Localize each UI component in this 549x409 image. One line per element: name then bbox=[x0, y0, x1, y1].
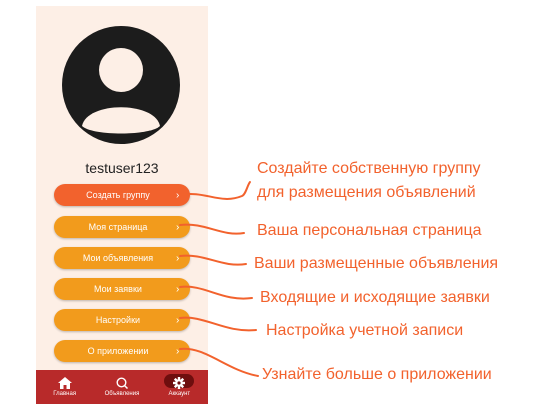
tab-home-label: Главная bbox=[53, 391, 77, 397]
tab-home[interactable]: Главная bbox=[36, 370, 93, 404]
annotation-my-ads: Ваши размещенные объявления bbox=[254, 255, 499, 272]
chevron-right-icon: › bbox=[176, 345, 180, 357]
my-ads-label: Мои объявления bbox=[82, 253, 154, 263]
settings-label: Настройки bbox=[95, 315, 141, 325]
my-page-label: Моя страница bbox=[88, 222, 148, 232]
chevron-right-icon: › bbox=[176, 189, 180, 201]
chevron-right-icon: › bbox=[176, 314, 180, 326]
username: testuser123 bbox=[85, 160, 159, 176]
my-requests-button[interactable]: Мои заявки › bbox=[54, 278, 190, 300]
annotation-create-group-line1: Создайте собственную группу bbox=[257, 160, 481, 177]
annotation-create-group-line2: для размещения объявлений bbox=[257, 184, 476, 201]
tab-ads-label: Объявления bbox=[104, 391, 140, 397]
bottom-tabbar: Главная Объявления Аккаунт bbox=[36, 370, 208, 404]
chevron-right-icon: › bbox=[176, 283, 180, 295]
home-icon bbox=[57, 377, 72, 389]
annotation-settings: Настройка учетной записи bbox=[266, 322, 464, 339]
annotation-my-requests: Входящие и исходящие заявки bbox=[260, 289, 490, 306]
my-ads-button[interactable]: Мои объявления › bbox=[54, 247, 190, 269]
annotation-my-page: Ваша персональная страница bbox=[257, 222, 482, 239]
about-label: О приложении bbox=[87, 346, 149, 356]
my-requests-label: Мои заявки bbox=[94, 284, 142, 294]
app-screen: testuser123 Создать группу › Моя страниц… bbox=[36, 6, 208, 404]
chevron-right-icon: › bbox=[176, 221, 180, 233]
tab-account[interactable]: Аккаунт bbox=[151, 370, 208, 404]
about-button[interactable]: О приложении › bbox=[54, 340, 190, 362]
gear-icon bbox=[173, 377, 186, 389]
chevron-right-icon: › bbox=[176, 252, 180, 264]
search-icon bbox=[116, 377, 129, 389]
tab-account-label: Аккаунт bbox=[168, 391, 191, 397]
create-group-button[interactable]: Создать группу › bbox=[54, 184, 190, 206]
tab-ads[interactable]: Объявления bbox=[93, 370, 150, 404]
avatar-icon bbox=[62, 26, 180, 144]
my-page-button[interactable]: Моя страница › bbox=[54, 216, 190, 238]
settings-button[interactable]: Настройки › bbox=[54, 309, 190, 331]
annotation-about: Узнайте больше о приложении bbox=[262, 366, 492, 383]
create-group-label: Создать группу bbox=[86, 190, 150, 200]
